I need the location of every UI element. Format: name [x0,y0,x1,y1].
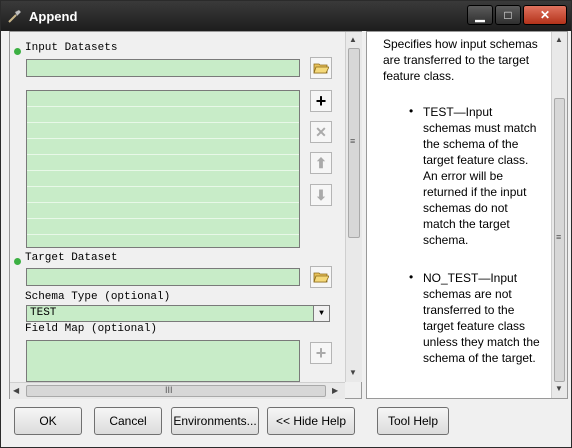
bullet-icon: • [409,104,414,118]
close-button[interactable]: ✕ [523,5,567,25]
move-down-button[interactable]: ⬇ [310,184,332,206]
bullet-icon: • [409,270,414,284]
required-indicator-icon [14,258,21,265]
field-map-list[interactable] [26,340,300,382]
title-bar[interactable]: Append ▁ □ ✕ [1,1,571,31]
help-item-test: TEST—Input schemas must match the schema… [423,105,537,247]
target-dataset-label: Target Dataset [25,252,118,264]
move-up-button[interactable]: ⬆ [310,152,332,174]
parameters-horizontal-scrollbar[interactable]: ◀ III ▶ [10,382,345,399]
cancel-button[interactable]: Cancel [94,407,162,435]
add-field-button[interactable]: + [310,342,332,364]
input-datasets-list[interactable] [26,90,300,248]
help-vertical-scrollbar[interactable]: ▲ ≡ ▼ [551,32,567,398]
folder-open-icon [313,63,329,74]
browse-target-button[interactable] [310,266,332,288]
append-dialog: Append ▁ □ ✕ Input Datasets + ✕ ⬆ ⬇ Targ… [0,0,572,448]
input-datasets-field[interactable] [26,59,300,77]
tool-help-button[interactable]: Tool Help [377,407,449,435]
hammer-icon [8,9,22,23]
field-map-label: Field Map (optional) [25,323,158,335]
parameters-vertical-scrollbar[interactable]: ▲ ≡ ▼ [345,32,362,382]
schema-type-value: TEST [30,307,57,319]
folder-open-icon [313,272,329,283]
ok-button[interactable]: OK [14,407,82,435]
scroll-down-arrow-icon[interactable]: ▼ [555,384,563,393]
input-datasets-label: Input Datasets [25,42,118,54]
environments-button[interactable]: Environments... [171,407,259,435]
chevron-down-icon[interactable]: ▼ [313,306,329,321]
scroll-up-arrow-icon[interactable]: ▲ [555,35,563,44]
schema-type-select[interactable]: TEST ▼ [26,305,330,322]
help-item-no-test: NO_TEST—Input schemas are not transferre… [423,271,540,365]
browse-input-button[interactable] [310,57,332,79]
add-dataset-button[interactable]: + [310,90,332,112]
scrollbar-thumb[interactable] [26,385,326,397]
maximize-button[interactable]: □ [495,5,521,25]
parameters-pane: Input Datasets + ✕ ⬆ ⬇ Target Dataset Sc… [9,31,362,399]
schema-type-label: Schema Type (optional) [25,291,171,303]
scroll-down-arrow-icon[interactable]: ▼ [349,368,357,377]
hide-help-button[interactable]: << Hide Help [267,407,355,435]
scroll-right-arrow-icon[interactable]: ▶ [332,386,338,395]
remove-dataset-button[interactable]: ✕ [310,121,332,143]
scroll-up-arrow-icon[interactable]: ▲ [349,35,357,44]
window-title: Append [29,9,78,24]
grip-icon: III [165,385,173,395]
required-indicator-icon [14,48,21,55]
minimize-button[interactable]: ▁ [467,5,493,25]
help-intro: Specifies how input schemas are transfer… [383,37,538,83]
grip-icon: ≡ [350,136,356,146]
scroll-left-arrow-icon[interactable]: ◀ [13,386,19,395]
grip-icon: ≡ [556,232,562,242]
help-pane: Specifies how input schemas are transfer… [366,31,568,399]
target-dataset-field[interactable] [26,268,300,286]
